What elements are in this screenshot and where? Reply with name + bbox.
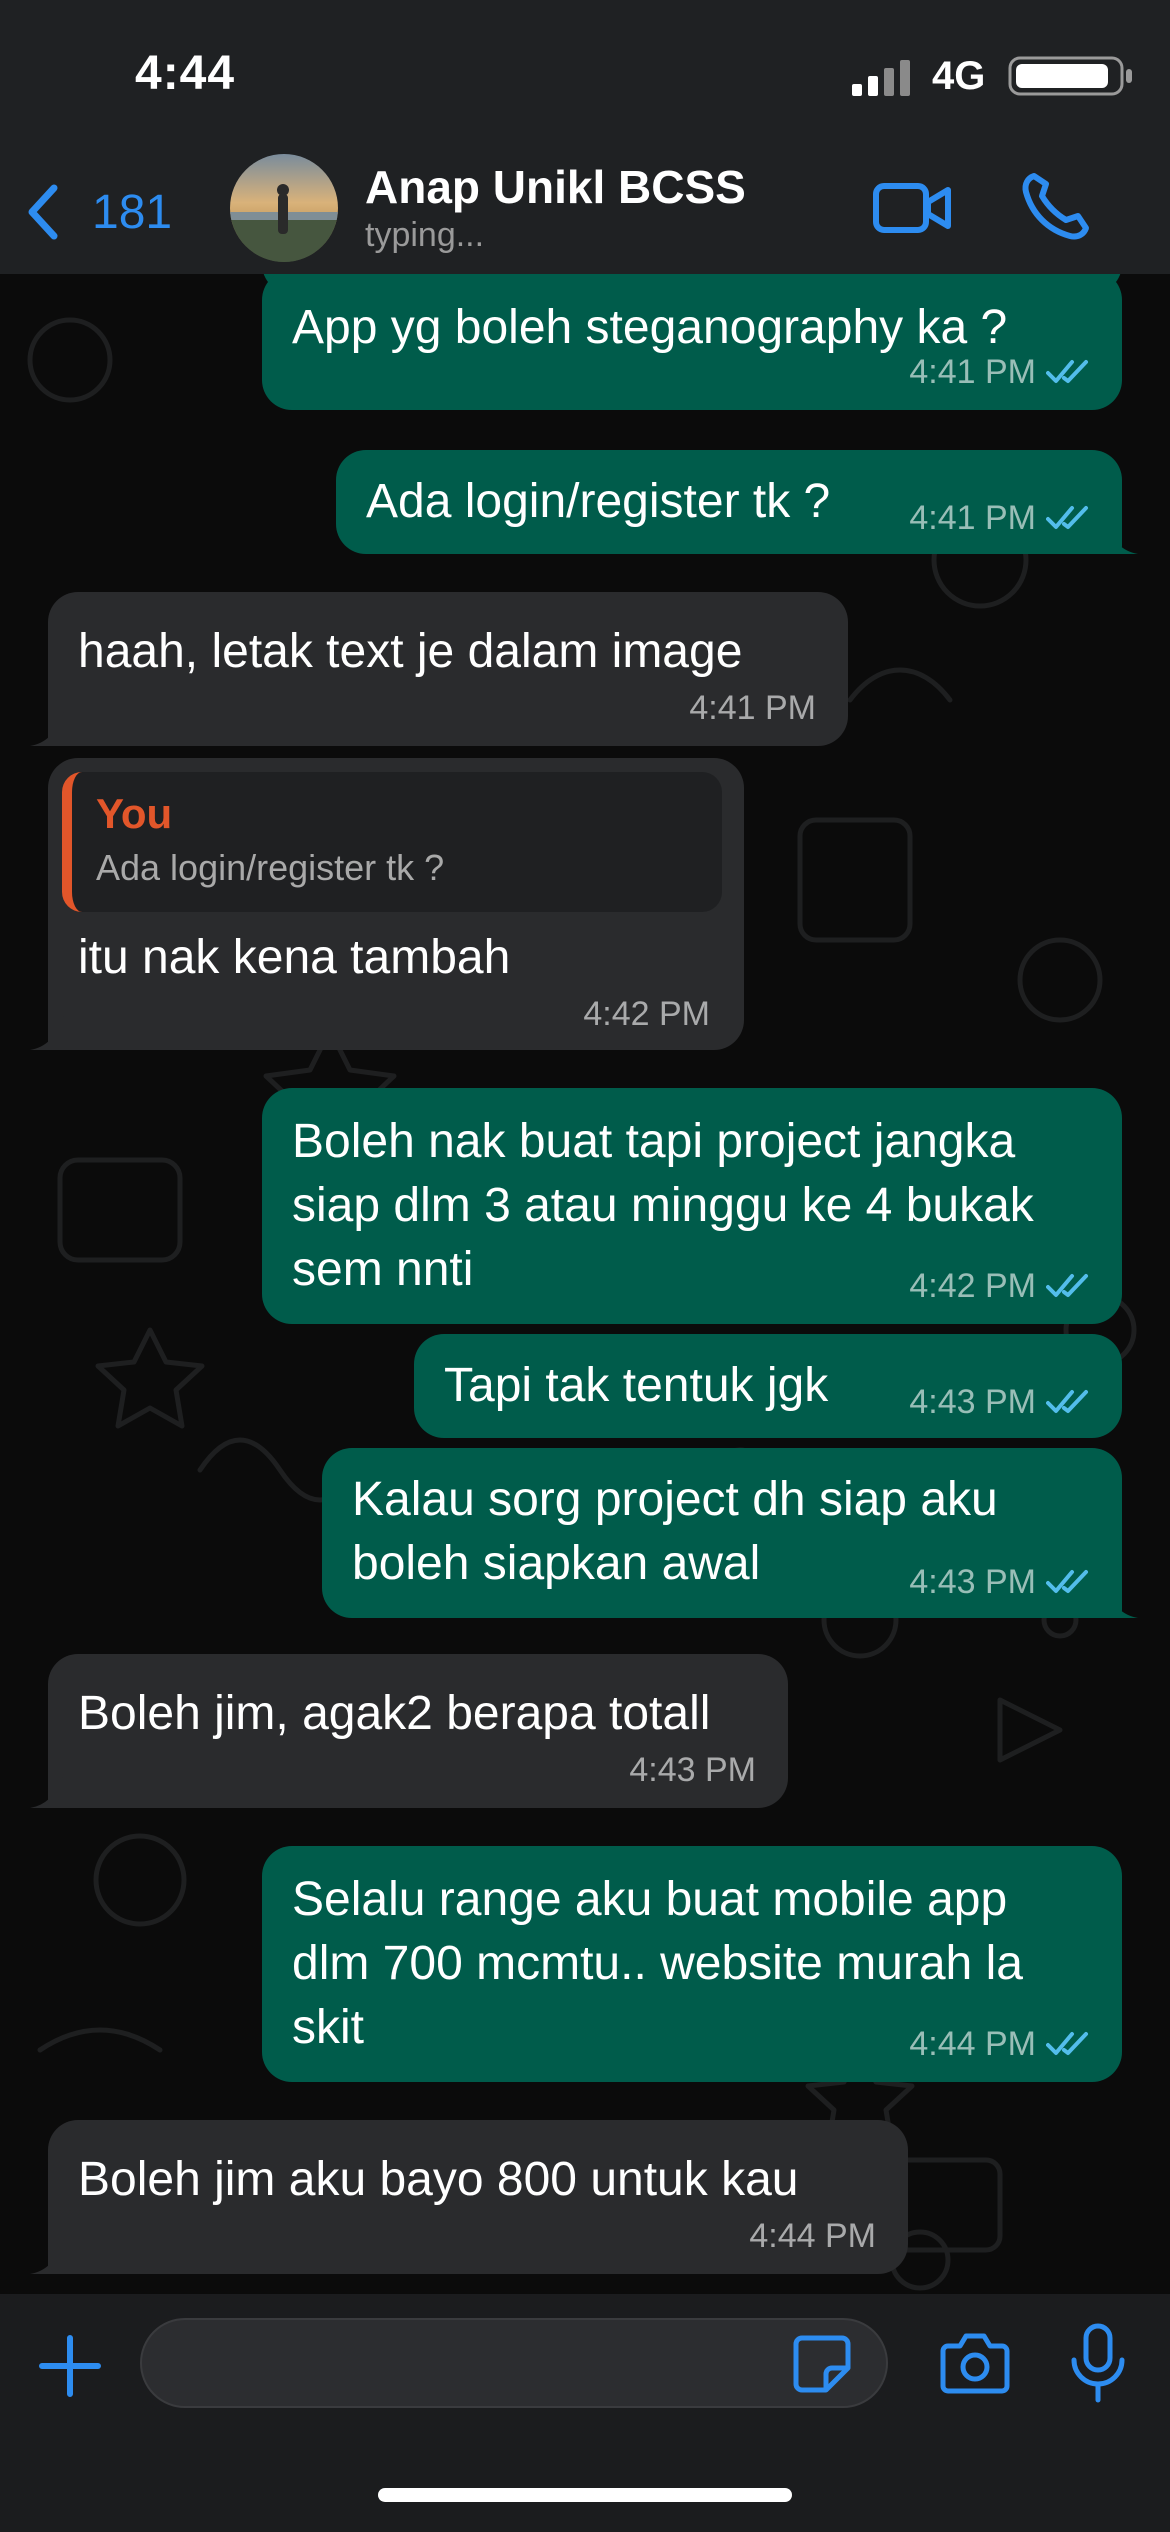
chevron-left-icon — [28, 184, 58, 240]
outgoing-message[interactable]: Kalau sorg project dh siap aku boleh sia… — [322, 1448, 1122, 1618]
read-ticks-icon — [1046, 1274, 1088, 1297]
bubble-tail — [1104, 1584, 1138, 1618]
bubble-tail — [1104, 520, 1138, 554]
plus-icon[interactable] — [36, 2332, 104, 2400]
message-time: 4:41 PM — [689, 689, 816, 727]
read-ticks-icon — [1046, 1570, 1088, 1593]
message-text: haah, letak text je dalam image — [78, 625, 743, 678]
incoming-message[interactable]: Boleh jim, agak2 berapa totall 4:43 PM — [48, 1654, 788, 1808]
message-time: 4:44 PM — [909, 2025, 1036, 2063]
message-meta: 4:43 PM — [909, 1560, 1092, 1604]
message-meta: 4:41 PM — [78, 686, 816, 730]
message-time: 4:44 PM — [749, 2217, 876, 2255]
message-list[interactable]: App yg boleh steganography ka ? 4:41 PM … — [0, 274, 1170, 2294]
message-time: 4:41 PM — [909, 499, 1036, 537]
message-meta: 4:41 PM — [909, 496, 1092, 540]
battery-icon — [1008, 56, 1132, 96]
message-time: 4:43 PM — [629, 1751, 756, 1789]
status-time: 4:44 — [135, 47, 236, 100]
message-time: 4:43 PM — [909, 1383, 1036, 1421]
outgoing-message[interactable]: Boleh nak buat tapi project jangka siap … — [262, 1088, 1122, 1324]
incoming-message[interactable]: Boleh jim aku bayo 800 untuk kau 4:44 PM — [48, 2120, 908, 2274]
message-time: 4:43 PM — [909, 1563, 1036, 1601]
read-ticks-icon — [1046, 1390, 1088, 1413]
message-time: 4:41 PM — [909, 353, 1036, 391]
video-camera-icon[interactable] — [872, 176, 952, 240]
outgoing-message[interactable]: App yg boleh steganography ka ? 4:41 PM — [262, 274, 1122, 410]
message-meta: 4:44 PM — [909, 2022, 1092, 2066]
read-ticks-icon — [1046, 506, 1088, 529]
bubble-tail — [30, 1774, 64, 1808]
contact-status: typing... — [365, 216, 485, 254]
chat-header: 181 Anap Unikl BCSS typing... — [0, 150, 1170, 274]
network-label: 4G — [932, 54, 986, 98]
cellular-signal-icon — [852, 60, 910, 96]
back-button[interactable]: 181 — [24, 174, 184, 250]
message-meta: 4:41 PM — [909, 350, 1092, 394]
unread-count: 181 — [92, 185, 173, 239]
contact-avatar[interactable] — [230, 154, 338, 262]
status-bar: 4:44 4G — [0, 0, 1170, 150]
read-ticks-icon — [1046, 360, 1088, 383]
camera-icon[interactable] — [940, 2332, 1010, 2394]
reply-text: Ada login/register tk ? — [96, 847, 445, 888]
bubble-tail — [30, 2240, 64, 2274]
message-meta: 4:42 PM — [909, 1264, 1092, 1308]
bubble-tail — [30, 1016, 64, 1050]
outgoing-message[interactable]: Ada login/register tk ? 4:41 PM — [336, 450, 1122, 554]
composer-bar — [0, 2294, 1170, 2532]
outgoing-message[interactable]: Tapi tak tentuk jgk 4:43 PM — [414, 1334, 1122, 1438]
bubble-tail — [30, 712, 64, 746]
reply-author: You — [96, 790, 173, 837]
microphone-icon[interactable] — [1068, 2322, 1128, 2406]
message-meta: 4:42 PM — [583, 992, 710, 1036]
message-meta: 4:43 PM — [78, 1748, 756, 1792]
outgoing-message[interactable]: Selalu range aku buat mobile app dlm 700… — [262, 1846, 1122, 2082]
message-text: Boleh jim aku bayo 800 untuk kau — [78, 2153, 799, 2206]
read-ticks-icon — [1046, 2032, 1088, 2055]
message-input[interactable] — [140, 2318, 888, 2408]
incoming-message[interactable]: haah, letak text je dalam image 4:41 PM — [48, 592, 848, 746]
message-time: 4:42 PM — [583, 995, 710, 1033]
incoming-message[interactable]: You Ada login/register tk ? itu nak kena… — [48, 758, 744, 1050]
message-meta: 4:44 PM — [78, 2214, 876, 2258]
contact-name[interactable]: Anap Unikl BCSS — [365, 160, 746, 214]
sticker-icon[interactable] — [792, 2334, 852, 2394]
message-time: 4:42 PM — [909, 1267, 1036, 1305]
home-indicator — [378, 2488, 792, 2502]
message-text: itu nak kena tambah — [78, 931, 511, 984]
message-meta: 4:43 PM — [909, 1380, 1092, 1424]
phone-icon[interactable] — [1020, 170, 1090, 242]
message-text: Boleh jim, agak2 berapa totall — [78, 1687, 711, 1740]
reply-quote[interactable]: You Ada login/register tk ? — [62, 772, 722, 912]
